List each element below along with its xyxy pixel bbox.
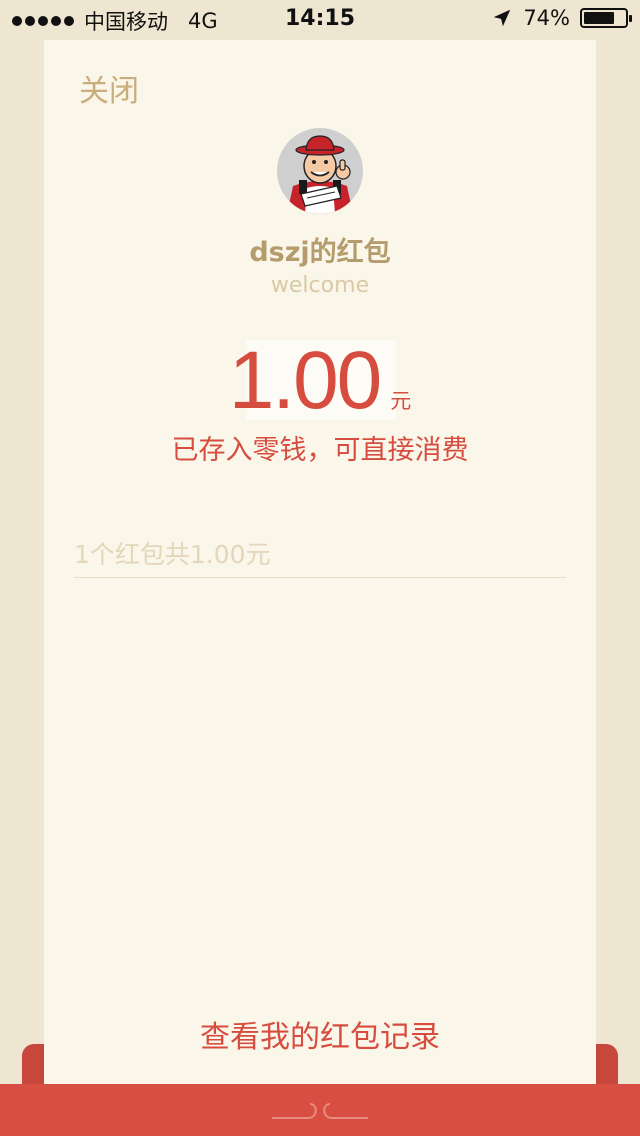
battery-fill <box>584 12 614 24</box>
status-bar: 中国移动 4G 14:15 74% <box>0 0 640 40</box>
status-bar-right: 74% <box>491 6 632 30</box>
amount-row: 1.00 元 <box>44 340 596 422</box>
deposit-notice[interactable]: 已存入零钱，可直接消费 <box>44 428 596 467</box>
divider <box>74 577 566 578</box>
view-records-link[interactable]: 查看我的红包记录 <box>44 1012 596 1056</box>
amount-value: 1.00 <box>228 335 383 426</box>
battery-percent: 74% <box>523 6 570 30</box>
close-button[interactable]: 关闭 <box>79 66 139 110</box>
chef-avatar <box>277 128 363 214</box>
ornament-icon <box>272 1103 368 1119</box>
packet-summary: 1个红包共1.00元 <box>74 540 271 569</box>
currency-unit: 元 <box>390 389 412 413</box>
sender-name: dszj的红包 <box>249 237 391 268</box>
red-packet-detail-card: 关闭 dszj的红包 welcome 1.00 元 已存入零钱，可直接消费 1个… <box>44 40 596 1084</box>
battery-icon <box>580 8 632 28</box>
greeting-message: welcome <box>270 273 370 298</box>
location-arrow-icon <box>494 9 511 27</box>
